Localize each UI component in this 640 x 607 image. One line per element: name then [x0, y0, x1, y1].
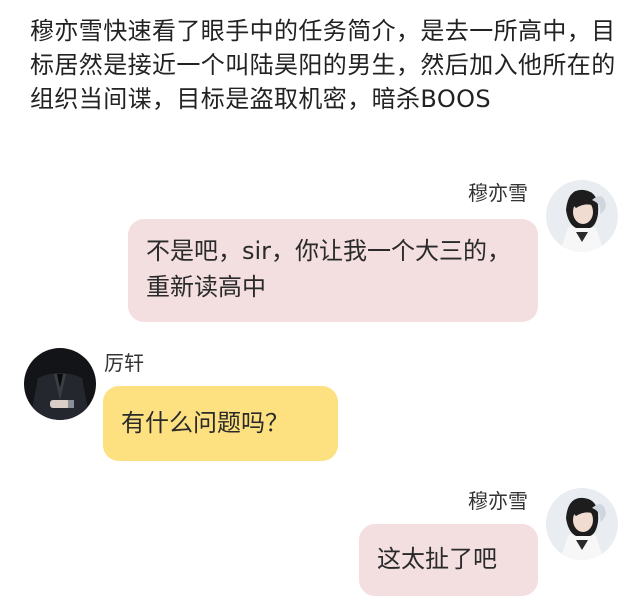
avatar-muyixue-image — [546, 180, 618, 252]
message-text: 不是吧，sir，你让我一个大三的，重新读高中 — [146, 237, 512, 301]
message-bubble[interactable]: 不是吧，sir，你让我一个大三的，重新读高中 — [128, 219, 538, 322]
avatar-lixuan-image — [24, 348, 96, 420]
message-text: 有什么问题吗？ — [121, 409, 289, 437]
avatar-muyixue[interactable] — [546, 488, 618, 560]
sender-name: 厉轩 — [104, 351, 144, 375]
sender-name: 穆亦雪 — [468, 181, 528, 205]
avatar-muyixue[interactable] — [546, 180, 618, 252]
avatar-lixuan[interactable] — [24, 348, 96, 420]
narration-text: 穆亦雪快速看了眼手中的任务简介，是去一所高中，目标居然是接近一个叫陆昊阳的男生，… — [30, 17, 616, 113]
message-bubble[interactable]: 这太扯了吧 — [359, 524, 538, 596]
avatar-muyixue-image — [546, 488, 618, 560]
sender-name: 穆亦雪 — [468, 489, 528, 513]
message-text: 这太扯了吧 — [377, 545, 497, 573]
message-bubble[interactable]: 有什么问题吗？ — [103, 386, 338, 461]
